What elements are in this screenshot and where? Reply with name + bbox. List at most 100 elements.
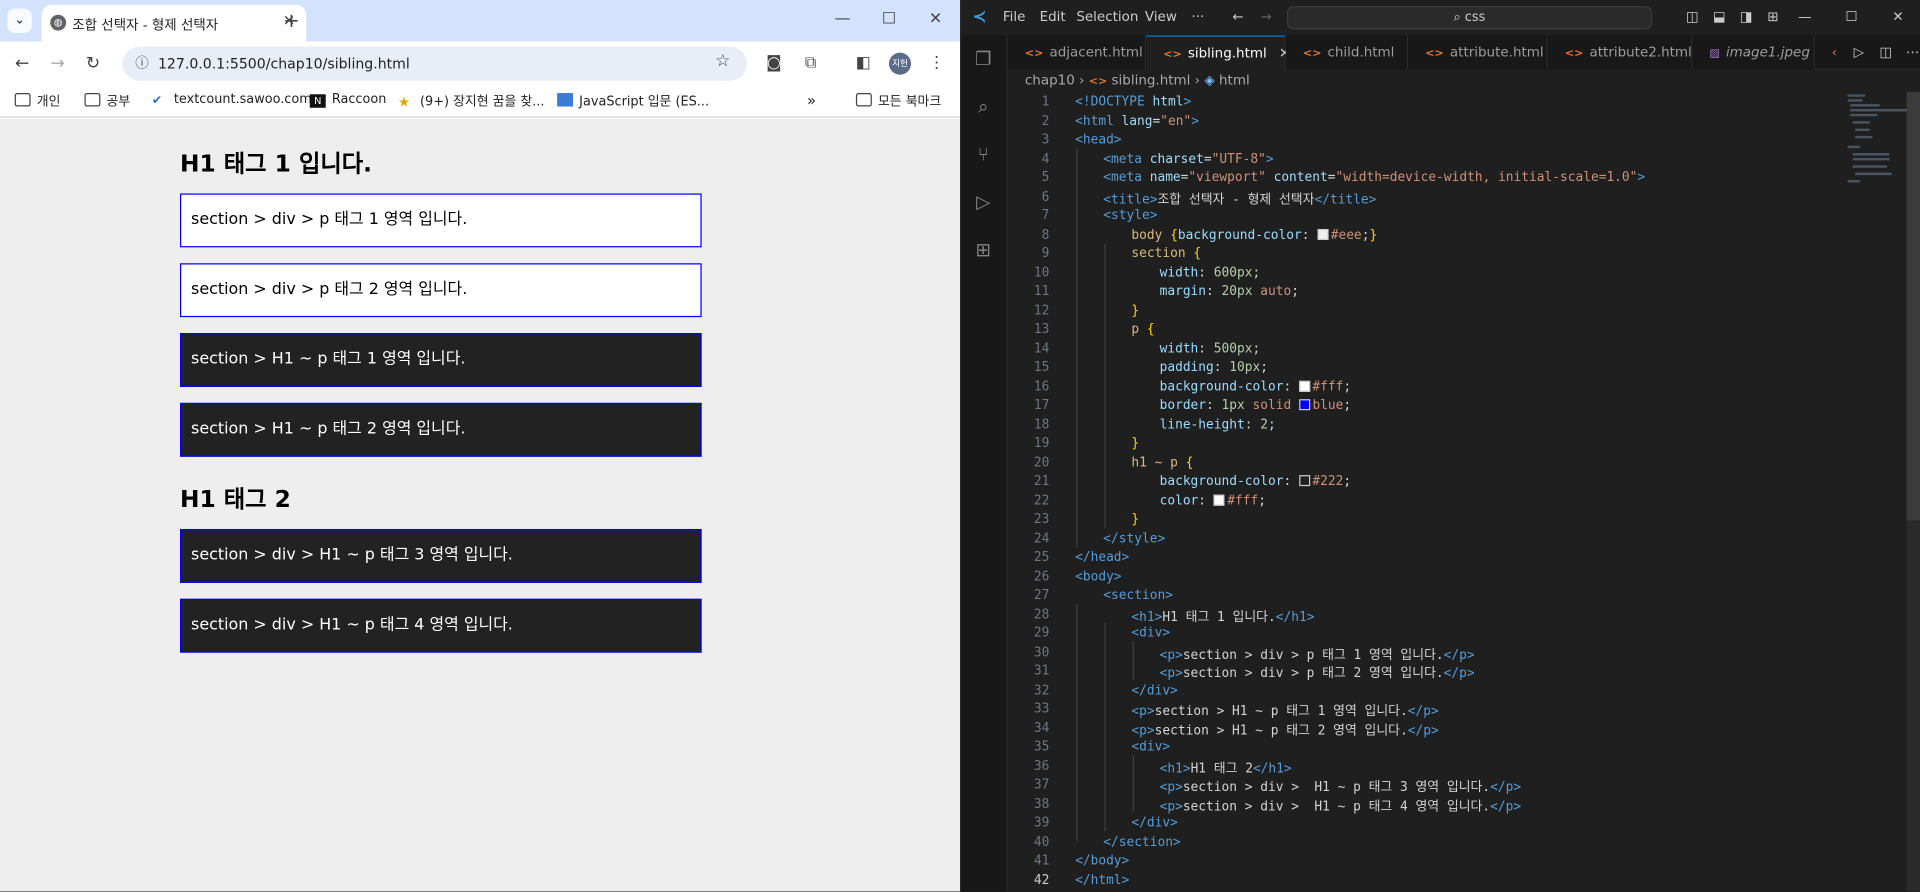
paragraph-box: section > div > H1 ~ p 태그 3 영역 입니다. [180, 528, 702, 583]
line-number: 31 [1033, 663, 1050, 679]
tab-strip: ⌄ ◍ 조합 선택자 - 형제 선택자 ✕ + — ☐ ✕ [0, 0, 961, 42]
run-icon[interactable]: ▷ [1848, 43, 1870, 63]
run-debug-icon[interactable]: ▷ [970, 189, 997, 216]
folder-icon [855, 93, 872, 107]
bookmark-link[interactable]: JavaScript 입문 (ES... [557, 92, 709, 110]
bookmark-link[interactable]: ★ (9+) 장지현 꿈을 찾... [398, 92, 545, 110]
line-number: 6 [1041, 189, 1050, 204]
menu-kebab-icon[interactable]: ⋮ [924, 51, 948, 75]
reload-icon[interactable]: ↻ [81, 51, 105, 75]
line-number: 21 [1033, 473, 1050, 489]
line-number: 26 [1033, 568, 1050, 584]
line-number: 18 [1033, 416, 1050, 432]
browser-tab[interactable]: ◍ 조합 선택자 - 형제 선택자 ✕ [41, 4, 307, 42]
new-tab-icon[interactable]: + [279, 9, 303, 33]
line-number: 25 [1033, 549, 1050, 565]
bookmark-star-icon[interactable]: ☆ [715, 51, 730, 71]
line-number: 33 [1033, 701, 1050, 717]
toggle-panel-icon[interactable]: ⬓ [1708, 7, 1730, 27]
command-center-search[interactable]: ⌕ css [1286, 6, 1652, 30]
code-editor[interactable]: 1 2 3 4 5 6 7 8 9 10 11 12 13 14 15 16 17 18 19 20 21 22 23 24 2… [1007, 91, 1920, 892]
bookmarks-bar: 개인 공부 ✔ textcount.sawoo.com N Raccoon ★ (9+… [0, 85, 961, 118]
more-actions-icon[interactable]: ⋯ [1902, 43, 1920, 63]
color-swatch[interactable] [1317, 228, 1329, 240]
tab-search-icon[interactable]: ⌄ [7, 8, 32, 34]
bookmark-folder[interactable]: 공부 [84, 92, 130, 110]
tab-adjacent[interactable]: <> adjacent.html [1007, 35, 1147, 70]
camera-icon[interactable]: ◙ [762, 51, 786, 75]
code-line: </head> [1075, 549, 1130, 565]
source-control-icon[interactable]: ⑂ [970, 141, 997, 168]
html-file-icon: <> [1163, 48, 1182, 62]
tab-sibling[interactable]: <> sibling.html ✕ [1146, 35, 1290, 70]
maximize-icon[interactable]: ☐ [1840, 7, 1862, 27]
bookmark-folder[interactable]: 개인 [14, 92, 60, 110]
side-panel-icon[interactable]: ◧ [851, 51, 875, 75]
close-window-icon[interactable]: ✕ [1887, 7, 1909, 27]
extensions-icon[interactable]: ⊞ [970, 236, 997, 263]
code-line: </html> [1075, 872, 1130, 888]
split-editor-icon[interactable]: ◫ [1875, 43, 1897, 63]
code-line: line-height: 2; [1159, 416, 1276, 432]
code-line: } [1131, 511, 1140, 527]
extensions-icon[interactable]: ⧉ [798, 51, 822, 75]
bookmark-link[interactable]: ✔ textcount.sawoo.com [152, 92, 312, 108]
minimize-icon[interactable]: — [818, 5, 867, 34]
code-line: <title>조합 선택자 - 형제 선택자</title> [1103, 191, 1377, 207]
line-number: 3 [1041, 132, 1050, 147]
avatar[interactable]: 지헌 [888, 52, 912, 75]
breadcrumb-folder[interactable]: chap10 [1025, 72, 1075, 88]
code-line: <p>section > div > p 태그 2 영역 입니다.</p> [1159, 666, 1475, 681]
menu-file[interactable]: File [1003, 9, 1026, 25]
notion-icon: N [309, 94, 326, 108]
code-line: </style> [1103, 530, 1166, 546]
star-icon: ★ [397, 94, 411, 111]
bookmark-link[interactable]: N Raccoon [309, 92, 386, 108]
nav-back-icon[interactable]: ← [1227, 7, 1249, 27]
code-line: color: #fff; [1159, 492, 1266, 508]
toggle-sidebar-icon[interactable]: ◫ [1681, 7, 1703, 27]
tab-image1[interactable]: ▨ image1.jpeg [1692, 35, 1815, 70]
code-line: <h1>H1 태그 2</h1> [1159, 761, 1292, 776]
explorer-icon[interactable]: ❐ [970, 45, 997, 72]
more-bookmarks-icon[interactable]: » [807, 92, 816, 109]
menu-selection[interactable]: Selection [1076, 9, 1138, 25]
tab-child[interactable]: <> child.html [1285, 35, 1409, 70]
color-swatch[interactable] [1213, 494, 1225, 506]
line-number: 23 [1033, 511, 1050, 527]
breadcrumb-file[interactable]: sibling.html [1112, 72, 1191, 88]
tab-overflow-icon[interactable]: ‹ [1823, 43, 1845, 63]
line-number: 2 [1041, 113, 1050, 128]
color-swatch[interactable] [1298, 399, 1310, 411]
breadcrumb-symbol[interactable]: html [1219, 72, 1250, 88]
customize-layout-icon[interactable]: ⊞ [1762, 7, 1784, 27]
html-file-icon: <> [1425, 47, 1444, 61]
tab-attribute2[interactable]: <> attribute2.html [1547, 35, 1693, 70]
scrollbar-thumb[interactable] [1906, 91, 1920, 521]
nav-forward-icon[interactable]: → [1255, 7, 1277, 27]
color-swatch[interactable] [1298, 475, 1310, 487]
minimize-icon[interactable]: — [1794, 7, 1816, 27]
line-number: 34 [1033, 720, 1050, 736]
close-window-icon[interactable]: ✕ [911, 5, 960, 34]
menu-view[interactable]: View [1145, 9, 1177, 25]
code-line: width: 500px; [1159, 341, 1261, 356]
site-info-icon[interactable]: ⓘ [132, 54, 152, 74]
menu-edit[interactable]: Edit [1040, 9, 1066, 25]
color-swatch[interactable] [1298, 380, 1310, 392]
back-icon[interactable]: ← [10, 51, 34, 75]
address-bar[interactable]: ⓘ 127.0.0.1:5500/chap10/sibling.html ☆ [122, 46, 747, 81]
line-number: 5 [1041, 170, 1050, 185]
page-heading: H1 태그 1 입니다. [180, 150, 373, 178]
maximize-icon[interactable]: ☐ [864, 5, 913, 34]
bookmark-folder[interactable]: 모든 북마크 [855, 92, 941, 110]
code-line: <section> [1103, 587, 1173, 603]
code-line: body {background-color: #eee;} [1131, 227, 1378, 242]
menu-more[interactable]: ··· [1191, 9, 1204, 25]
toggle-secondary-sidebar-icon[interactable]: ◨ [1735, 7, 1757, 27]
forward-icon[interactable]: → [45, 51, 69, 75]
code-line: h1 ~ p { [1131, 454, 1194, 470]
line-number: 14 [1033, 341, 1050, 356]
search-icon[interactable]: ⌕ [970, 93, 997, 120]
tab-attribute[interactable]: <> attribute.html [1408, 35, 1548, 70]
